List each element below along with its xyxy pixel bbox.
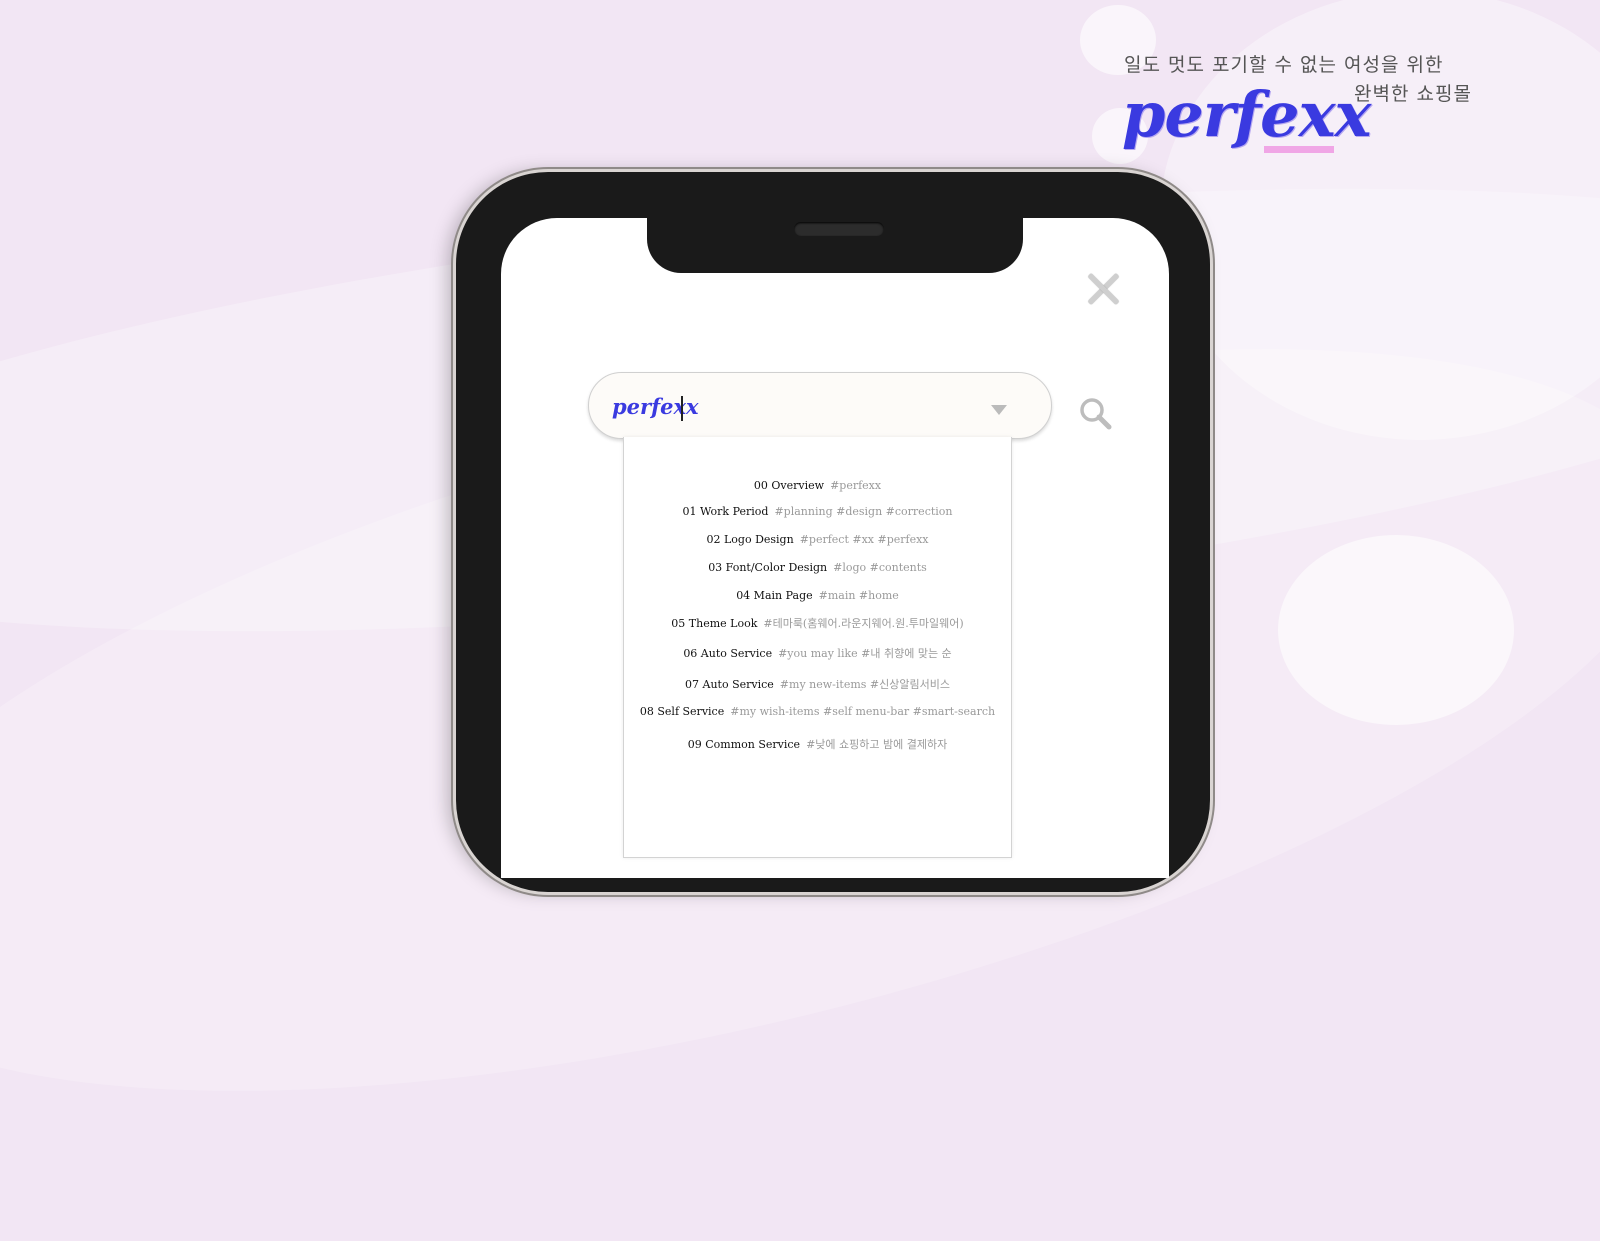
- phone-notch: [647, 205, 1023, 273]
- list-item-tags: #logo #contents: [833, 561, 927, 574]
- phone-speaker: [794, 222, 884, 236]
- list-item-tags: #perfexx: [830, 479, 882, 492]
- list-item-tags: #my wish-items #self menu-bar #smart-sea…: [730, 705, 996, 718]
- list-item[interactable]: 04 Main Page #main #home: [624, 589, 1011, 602]
- list-item-title: 07 Auto Service: [685, 678, 774, 691]
- list-item[interactable]: 01 Work Period #planning #design #correct…: [624, 505, 1011, 518]
- tagline-line-2: 완벽한 쇼핑몰: [1354, 83, 1472, 105]
- text-cursor: [681, 396, 683, 421]
- list-item-title: 01 Work Period: [682, 505, 769, 518]
- list-item[interactable]: 07 Auto Service #my new-items #신상알림서비스: [624, 676, 1011, 692]
- list-item-tags: #perfect #xx #perfexx: [799, 533, 929, 546]
- list-item-title: 03 Font/Color Design: [708, 561, 828, 574]
- list-item[interactable]: 00 Overview #perfexx: [624, 479, 1011, 492]
- list-item-tags: #테마룩(홈웨어.라운지웨어.원.투마일웨어): [763, 617, 964, 630]
- tagline-line-1: 일도 멋도 포기할 수 없는 여성을 위한: [1124, 54, 1444, 76]
- list-item[interactable]: 06 Auto Service #you may like #내 취향에 맞는 순: [624, 645, 1011, 661]
- background-circle: [1278, 535, 1514, 725]
- list-item-tags: #main #home: [818, 589, 899, 602]
- search-icon[interactable]: [1078, 396, 1112, 430]
- list-item-tags: #낮에 쇼핑하고 밤에 결제하자: [806, 738, 948, 751]
- close-icon[interactable]: [1086, 272, 1120, 306]
- chevron-down-icon[interactable]: [991, 405, 1007, 415]
- list-item[interactable]: 08 Self Service #my wish-items #self menu…: [624, 705, 1011, 718]
- list-item-title: 00 Overview: [753, 479, 825, 492]
- list-item-title: 06 Auto Service: [683, 647, 773, 660]
- list-item-tags: #you may like #내 취향에 맞는 순: [778, 647, 952, 660]
- list-item[interactable]: 05 Theme Look #테마룩(홈웨어.라운지웨어.원.투마일웨어): [624, 615, 1011, 631]
- search-input-value: perfexx: [612, 394, 699, 419]
- list-item-title: 04 Main Page: [736, 589, 813, 602]
- search-results-list: 00 Overview #perfexx 01 Work Period #plann…: [623, 437, 1012, 858]
- list-item[interactable]: 02 Logo Design #perfect #xx #perfexx: [624, 533, 1011, 546]
- brand-logo: perfexx: [1122, 78, 1372, 151]
- list-item[interactable]: 09 Common Service #낮에 쇼핑하고 밤에 결제하자: [624, 736, 1011, 752]
- list-item-title: 09 Common Service: [687, 738, 801, 751]
- list-item-title: 08 Self Service: [639, 705, 725, 718]
- list-item-title: 05 Theme Look: [671, 617, 758, 630]
- list-item-title: 02 Logo Design: [706, 533, 794, 546]
- list-item-tags: #planning #design #correction: [774, 505, 953, 518]
- list-item[interactable]: 03 Font/Color Design #logo #contents: [624, 561, 1011, 574]
- list-item-tags: #my new-items #신상알림서비스: [779, 678, 950, 691]
